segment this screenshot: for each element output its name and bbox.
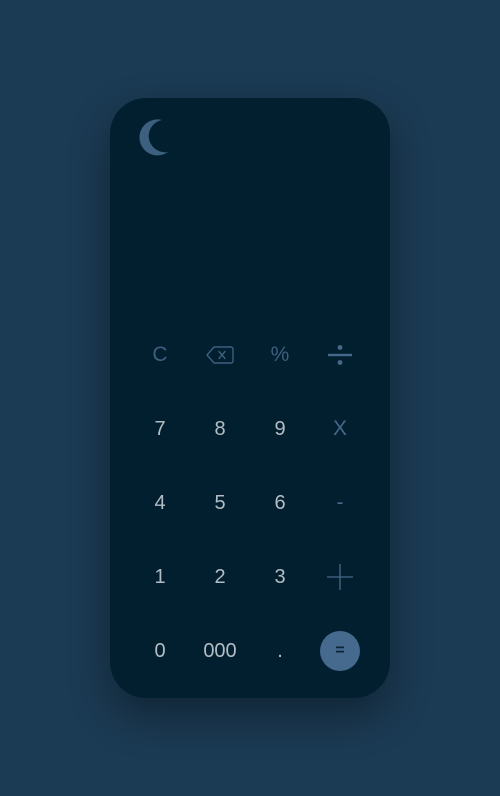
digit-4-button[interactable]: 4	[130, 466, 190, 540]
equals-button-label: =	[320, 631, 360, 671]
subtract-button[interactable]: -	[310, 466, 370, 540]
multiply-button-label: X	[332, 417, 347, 440]
backspace-icon	[206, 346, 234, 364]
keypad: C % 7 8 9 X 4 5 6 - 1 2 3 0 000 . =	[130, 318, 370, 688]
divide-button[interactable]	[310, 318, 370, 392]
clear-button[interactable]: C	[130, 318, 190, 392]
digit-6-button[interactable]: 6	[250, 466, 310, 540]
digit-1-button[interactable]: 1	[130, 540, 190, 614]
digit-7-button[interactable]: 7	[130, 392, 190, 466]
triple-zero-button[interactable]: 000	[190, 614, 250, 688]
digit-0-button[interactable]: 0	[130, 614, 190, 688]
clear-button-label: C	[152, 343, 168, 366]
digit-5-label: 5	[214, 491, 226, 514]
digit-3-label: 3	[274, 565, 286, 588]
digit-5-button[interactable]: 5	[190, 466, 250, 540]
digit-7-label: 7	[154, 417, 166, 440]
digit-3-button[interactable]: 3	[250, 540, 310, 614]
equals-button[interactable]: =	[310, 614, 370, 688]
percent-button[interactable]: %	[250, 318, 310, 392]
digit-8-button[interactable]: 8	[190, 392, 250, 466]
percent-button-label: %	[270, 343, 290, 366]
digit-0-label: 0	[154, 639, 166, 662]
divide-icon	[328, 345, 352, 365]
digit-2-button[interactable]: 2	[190, 540, 250, 614]
backspace-button[interactable]	[190, 318, 250, 392]
calculator-panel: C % 7 8 9 X 4 5 6 - 1 2 3 0 000 . =	[110, 98, 390, 698]
subtract-button-label: -	[336, 491, 344, 514]
moon-icon	[139, 119, 168, 156]
digit-8-label: 8	[214, 417, 226, 440]
digit-2-label: 2	[214, 565, 226, 588]
theme-toggle-button[interactable]	[132, 116, 176, 160]
plus-icon	[327, 564, 353, 590]
digit-6-label: 6	[274, 491, 286, 514]
calculator-display	[130, 188, 370, 318]
decimal-label: .	[277, 639, 283, 662]
add-button[interactable]	[310, 540, 370, 614]
digit-4-label: 4	[154, 491, 166, 514]
decimal-button[interactable]: .	[250, 614, 310, 688]
digit-1-label: 1	[154, 565, 166, 588]
digit-9-label: 9	[274, 417, 286, 440]
triple-zero-label: 000	[203, 639, 237, 662]
digit-9-button[interactable]: 9	[250, 392, 310, 466]
multiply-button[interactable]: X	[310, 392, 370, 466]
